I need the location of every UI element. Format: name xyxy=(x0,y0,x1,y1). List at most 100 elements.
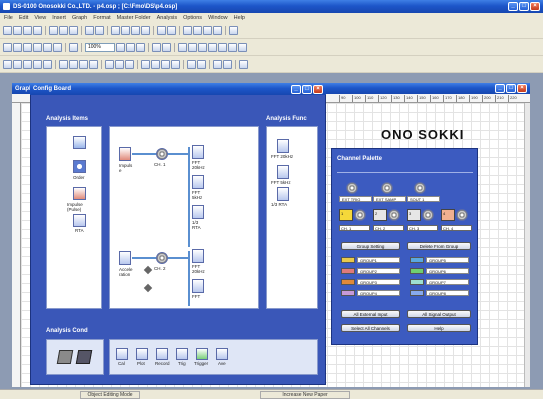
ch1-gear-icon[interactable] xyxy=(354,209,366,221)
cond-trig-icon[interactable] xyxy=(176,348,188,360)
menu-view[interactable]: View xyxy=(34,15,46,21)
align-center-icon[interactable] xyxy=(121,25,130,35)
new-icon[interactable] xyxy=(3,25,12,35)
graph-3-icon[interactable] xyxy=(23,59,32,69)
graph-20-icon[interactable] xyxy=(239,59,248,69)
graph-11-icon[interactable] xyxy=(125,59,134,69)
tool-b-icon[interactable] xyxy=(167,25,176,35)
group1-swatch[interactable] xyxy=(341,257,355,263)
graph-17-icon[interactable] xyxy=(197,59,206,69)
graph-13-icon[interactable] xyxy=(151,59,160,69)
rta-icon[interactable] xyxy=(73,214,86,227)
copy-icon[interactable] xyxy=(59,25,68,35)
circle-icon[interactable] xyxy=(218,42,227,52)
group7-swatch[interactable] xyxy=(410,279,424,285)
open-icon[interactable] xyxy=(13,25,22,35)
close-button[interactable]: × xyxy=(530,2,540,11)
impulse-icon[interactable] xyxy=(73,187,86,200)
tool-d-icon[interactable] xyxy=(193,25,202,35)
graph-1-icon[interactable] xyxy=(3,59,12,69)
graph-5-icon[interactable] xyxy=(43,59,52,69)
ext-samp-gear-icon[interactable] xyxy=(381,182,393,194)
help-button[interactable]: Help xyxy=(407,324,471,332)
select-all-channels-button[interactable]: Select All Channels xyxy=(341,324,400,332)
all-external-input-button[interactable]: All External Input xyxy=(341,310,400,318)
menu-format[interactable]: Format xyxy=(93,15,110,21)
paste-icon[interactable] xyxy=(69,25,78,35)
draw-7-icon[interactable] xyxy=(69,42,78,52)
func-rta-icon[interactable] xyxy=(277,187,289,201)
zoom-dropdown-icon[interactable] xyxy=(116,42,125,52)
zoom-in-icon[interactable] xyxy=(126,42,135,52)
zoom-out-icon[interactable] xyxy=(136,42,145,52)
document-minimize-button[interactable]: _ xyxy=(495,84,505,93)
analysis-item-generic-icon[interactable] xyxy=(73,136,86,149)
square-icon[interactable] xyxy=(208,42,217,52)
group5-label[interactable]: GROUP5 xyxy=(426,257,469,263)
draw-5-icon[interactable] xyxy=(43,42,52,52)
tool-a-icon[interactable] xyxy=(157,25,166,35)
menu-window[interactable]: Window xyxy=(208,15,228,21)
graph-16-icon[interactable] xyxy=(187,59,196,69)
maximize-button[interactable]: □ xyxy=(519,2,529,11)
graph-8-icon[interactable] xyxy=(89,59,98,69)
graph-7-icon[interactable] xyxy=(79,59,88,69)
cond-plot-icon[interactable] xyxy=(136,348,148,360)
graph-9-icon[interactable] xyxy=(105,59,114,69)
diamond-node-icon[interactable] xyxy=(143,265,153,275)
group3-label[interactable]: GROUP3 xyxy=(357,279,400,285)
ch1-box[interactable]: 1 xyxy=(339,209,353,221)
all-signal-output-button[interactable]: All Signal Output xyxy=(407,310,471,318)
cond-cal-icon[interactable] xyxy=(116,348,128,360)
menu-options[interactable]: Options xyxy=(183,15,202,21)
sout1-gear-icon[interactable] xyxy=(414,182,426,194)
line-icon[interactable] xyxy=(228,42,237,52)
draw-2-icon[interactable] xyxy=(13,42,22,52)
cond-trigger-icon[interactable] xyxy=(196,348,208,360)
graph-14-icon[interactable] xyxy=(161,59,170,69)
tool-g-icon[interactable] xyxy=(229,25,238,35)
graph-10-icon[interactable] xyxy=(115,59,124,69)
image-icon[interactable] xyxy=(238,42,247,52)
cond-device-1-icon[interactable] xyxy=(56,350,74,364)
vertical-scrollbar[interactable] xyxy=(524,103,530,387)
ch2-box[interactable]: 2 xyxy=(373,209,387,221)
fft-20khz-icon[interactable] xyxy=(192,145,204,159)
group3-swatch[interactable] xyxy=(341,279,355,285)
cond-ave-icon[interactable] xyxy=(216,348,228,360)
group5-swatch[interactable] xyxy=(410,257,424,263)
acceleration-source-icon[interactable] xyxy=(119,251,131,265)
zoom-combo[interactable]: 100% xyxy=(85,42,115,52)
group1-label[interactable]: GROUP1 xyxy=(357,257,400,263)
rta-third-icon[interactable] xyxy=(192,205,204,219)
diamond-node-icon[interactable] xyxy=(143,283,153,293)
document-maximize-button[interactable]: □ xyxy=(506,84,516,93)
ch3-box[interactable]: 3 xyxy=(407,209,421,221)
func-fft-20khz-icon[interactable] xyxy=(277,139,289,153)
config-maximize-button[interactable]: □ xyxy=(302,84,312,94)
view-2-icon[interactable] xyxy=(162,42,171,52)
select-icon[interactable] xyxy=(178,42,187,52)
group2-label[interactable]: GROUP2 xyxy=(357,268,400,274)
ch1-gear-icon[interactable] xyxy=(156,148,168,160)
menu-insert[interactable]: Insert xyxy=(52,15,66,21)
minimize-button[interactable]: _ xyxy=(508,2,518,11)
menu-file[interactable]: File xyxy=(4,15,13,21)
align-top-icon[interactable] xyxy=(141,25,150,35)
document-close-button[interactable]: × xyxy=(517,84,527,93)
cond-device-2-icon[interactable] xyxy=(75,350,93,364)
draw-6-icon[interactable] xyxy=(53,42,62,52)
graph-18-icon[interactable] xyxy=(213,59,222,69)
group2-swatch[interactable] xyxy=(341,268,355,274)
graph-4-icon[interactable] xyxy=(33,59,42,69)
fft-icon[interactable] xyxy=(192,279,204,293)
fft-5khz-icon[interactable] xyxy=(192,175,204,189)
menu-help[interactable]: Help xyxy=(234,15,245,21)
group4-label[interactable]: GROUP4 xyxy=(357,290,400,296)
graph-2-icon[interactable] xyxy=(13,59,22,69)
group8-label[interactable]: GROUP8 xyxy=(426,290,469,296)
draw-1-icon[interactable] xyxy=(3,42,12,52)
config-minimize-button[interactable]: _ xyxy=(291,84,301,94)
group4-swatch[interactable] xyxy=(341,290,355,296)
group7-label[interactable]: GROUP7 xyxy=(426,279,469,285)
